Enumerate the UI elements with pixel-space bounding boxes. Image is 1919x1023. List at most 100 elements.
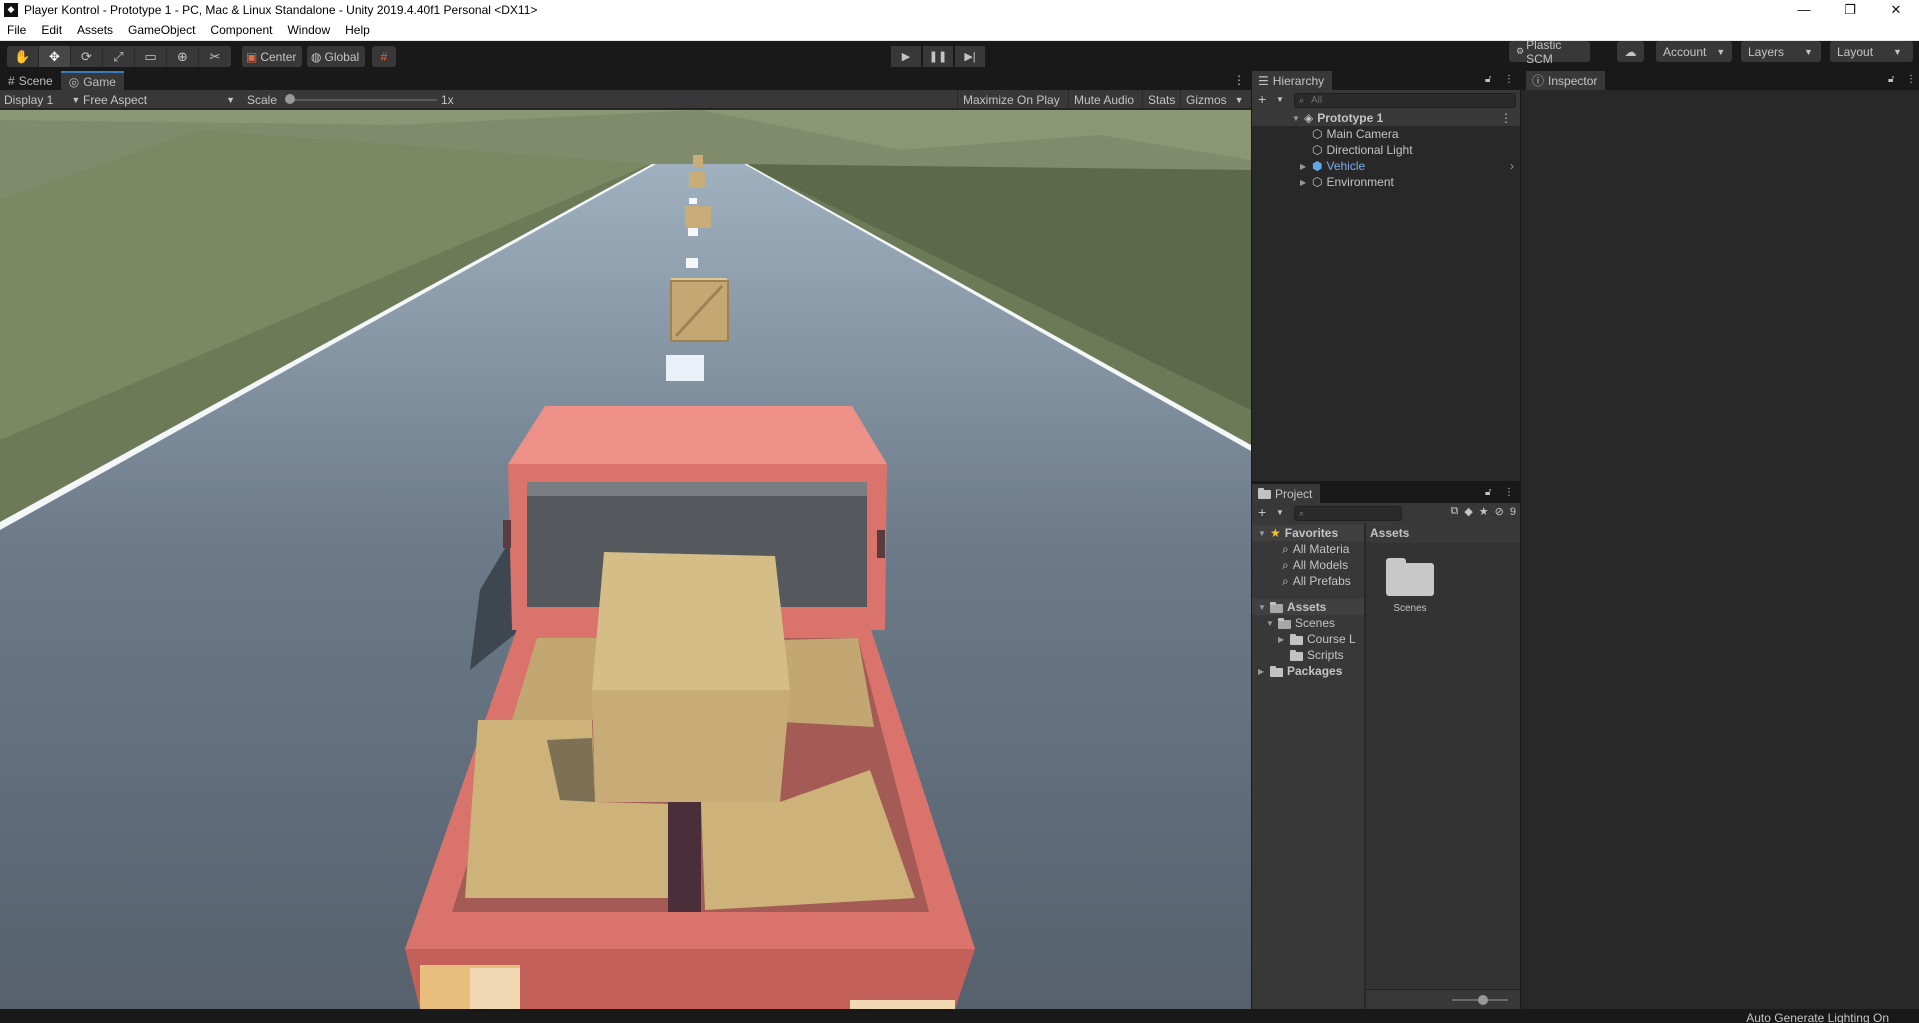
menu-assets[interactable]: Assets bbox=[70, 23, 121, 37]
favorite-star-icon[interactable]: ★ bbox=[1479, 505, 1489, 518]
search-by-label-icon[interactable]: ◆ bbox=[1464, 505, 1472, 518]
cloud-button[interactable]: ☁ bbox=[1617, 41, 1644, 62]
folder-label: Scenes bbox=[1295, 616, 1336, 630]
hand-tool-icon[interactable]: ✋ bbox=[7, 46, 39, 67]
open-prefab-icon[interactable]: › bbox=[1510, 159, 1514, 173]
inspector-menu-icon[interactable]: ⋮ bbox=[1906, 74, 1916, 85]
aspect-dropdown[interactable]: Free Aspect ▼ bbox=[83, 90, 237, 109]
menu-gameobject[interactable]: GameObject bbox=[121, 23, 203, 37]
scene-menu-icon[interactable]: ⋮ bbox=[1500, 111, 1512, 125]
hidden-packages-icon[interactable]: ⊘ bbox=[1495, 505, 1504, 518]
chevron-down-icon[interactable]: ▼ bbox=[1276, 95, 1284, 104]
favorite-item-prefabs[interactable]: ⌕ All Prefabs bbox=[1282, 573, 1351, 589]
lock-icon[interactable]: 🔓︎ bbox=[1485, 487, 1491, 498]
tab-hierarchy[interactable]: ☰ Hierarchy bbox=[1252, 71, 1333, 90]
layout-dropdown[interactable]: Layout ▼ bbox=[1830, 41, 1913, 62]
favorite-item-models[interactable]: ⌕ All Models bbox=[1282, 557, 1348, 573]
transform-tools: ✋ ✥ ⟳ ⤢ ▭ ⊕ ✂ bbox=[7, 46, 231, 67]
icon-size-slider-handle[interactable] bbox=[1478, 995, 1488, 1005]
expand-arrow-icon[interactable]: ▼ bbox=[1258, 603, 1266, 612]
pivot-mode-button[interactable]: ▣ Center bbox=[242, 46, 303, 67]
menu-edit[interactable]: Edit bbox=[34, 23, 70, 37]
hierarchy-search-input[interactable]: ⌕ All bbox=[1294, 93, 1516, 108]
folder-item-course[interactable]: ▶ Course L bbox=[1278, 631, 1356, 647]
unity-logo-icon: ◆ bbox=[4, 2, 18, 17]
close-button[interactable]: ✕ bbox=[1873, 0, 1919, 19]
expand-arrow-icon[interactable]: ▼ bbox=[1266, 619, 1274, 628]
maximize-button[interactable]: ❐ bbox=[1827, 0, 1873, 19]
assets-row[interactable]: ▼ Assets bbox=[1252, 599, 1364, 615]
favorite-item-label: All Materia bbox=[1292, 542, 1350, 556]
folder-item-scenes[interactable]: ▼ Scenes bbox=[1266, 615, 1335, 631]
maximize-on-play-button[interactable]: Maximize On Play bbox=[957, 90, 1065, 109]
display-label: Display 1 bbox=[4, 92, 54, 107]
move-tool-icon[interactable]: ✥ bbox=[39, 46, 71, 67]
gameobject-icon: ⬡ bbox=[1312, 127, 1323, 141]
hierarchy-item-main-camera[interactable]: ⬡ Main Camera bbox=[1312, 126, 1399, 142]
tab-inspector-label: Inspector bbox=[1548, 73, 1598, 88]
scale-slider-track[interactable] bbox=[289, 99, 437, 101]
plastic-scm-button[interactable]: ⚙ Plastic SCM bbox=[1509, 38, 1590, 66]
grid-snap-button[interactable]: # bbox=[372, 46, 396, 67]
packages-row[interactable]: ▶ Packages bbox=[1252, 663, 1364, 679]
game-viewport[interactable] bbox=[0, 110, 1251, 1009]
scale-slider-handle[interactable] bbox=[285, 94, 295, 104]
hierarchy-item-directional-light[interactable]: ⬡ Directional Light bbox=[1312, 142, 1413, 158]
chevron-down-icon: ▼ bbox=[71, 94, 81, 105]
scene-tab-icon: # bbox=[8, 73, 15, 88]
scenes-folder-icon[interactable] bbox=[1386, 558, 1434, 596]
game-panel-menu-icon[interactable]: ⋮ bbox=[1233, 73, 1245, 87]
stats-button[interactable]: Stats bbox=[1142, 90, 1180, 109]
play-button[interactable]: ▶ bbox=[891, 46, 921, 67]
menu-help[interactable]: Help bbox=[338, 23, 378, 37]
packages-label: Packages bbox=[1287, 664, 1343, 678]
favorite-item-materials[interactable]: ⌕ All Materia bbox=[1282, 541, 1349, 557]
menu-file[interactable]: File bbox=[0, 23, 34, 37]
lock-icon[interactable]: 🔓︎ bbox=[1485, 74, 1491, 85]
scale-tool-icon[interactable]: ⤢ bbox=[103, 46, 135, 67]
favorites-row[interactable]: ▼ ★ Favorites bbox=[1252, 525, 1364, 541]
create-plus-icon[interactable]: + bbox=[1258, 91, 1266, 107]
project-menu-icon[interactable]: ⋮ bbox=[1504, 487, 1514, 498]
expand-arrow-icon[interactable]: ▶ bbox=[1300, 162, 1308, 171]
minimize-button[interactable]: — bbox=[1781, 0, 1827, 19]
hierarchy-item-environment[interactable]: ▶ ⬡ Environment bbox=[1300, 174, 1394, 190]
layers-dropdown[interactable]: Layers ▼ bbox=[1741, 41, 1821, 62]
hierarchy-item-vehicle[interactable]: ▶ ⬢ Vehicle › bbox=[1300, 158, 1520, 174]
scene-row[interactable]: ▼ ◈ Prototype 1 ⋮ bbox=[1252, 110, 1520, 126]
transform-tool-icon[interactable]: ⊕ bbox=[167, 46, 199, 67]
step-button[interactable]: ▶| bbox=[955, 46, 985, 67]
tab-scene[interactable]: # Scene bbox=[0, 71, 61, 90]
lock-icon[interactable]: 🔓︎ bbox=[1888, 74, 1894, 85]
hierarchy-menu-icon[interactable]: ⋮ bbox=[1504, 74, 1514, 85]
hierarchy-item-label: Environment bbox=[1326, 175, 1394, 189]
pause-button[interactable]: ❚❚ bbox=[923, 46, 953, 67]
gizmos-dropdown[interactable]: Gizmos ▼ bbox=[1180, 90, 1251, 109]
expand-arrow-icon[interactable]: ▶ bbox=[1278, 635, 1286, 644]
rect-tool-icon[interactable]: ▭ bbox=[135, 46, 167, 67]
account-dropdown[interactable]: Account ▼ bbox=[1656, 41, 1732, 62]
folder-item-scripts[interactable]: Scripts bbox=[1290, 647, 1344, 663]
create-plus-icon[interactable]: + bbox=[1258, 504, 1266, 520]
expand-arrow-icon[interactable]: ▶ bbox=[1300, 178, 1308, 187]
expand-arrow-icon[interactable]: ▼ bbox=[1258, 529, 1266, 538]
tab-project[interactable]: Project bbox=[1252, 484, 1321, 503]
mute-audio-button[interactable]: Mute Audio bbox=[1068, 90, 1139, 109]
chevron-down-icon[interactable]: ▼ bbox=[1276, 508, 1284, 517]
tab-project-label: Project bbox=[1275, 486, 1313, 501]
info-icon: ⓘ bbox=[1532, 74, 1545, 88]
search-by-type-icon[interactable]: ⧉ bbox=[1450, 505, 1458, 518]
tab-inspector[interactable]: ⓘ Inspector bbox=[1526, 71, 1606, 90]
menu-component[interactable]: Component bbox=[203, 23, 280, 37]
expand-arrow-icon[interactable]: ▼ bbox=[1292, 114, 1300, 123]
expand-arrow-icon[interactable]: ▶ bbox=[1258, 667, 1266, 676]
folder-open-icon bbox=[1278, 617, 1291, 629]
display-dropdown[interactable]: Display 1 ▼ bbox=[4, 90, 80, 109]
menu-window[interactable]: Window bbox=[280, 23, 338, 37]
assets-breadcrumb[interactable]: Assets bbox=[1366, 523, 1520, 543]
project-search-input[interactable]: ⌕ bbox=[1294, 506, 1402, 521]
rotate-tool-icon[interactable]: ⟳ bbox=[71, 46, 103, 67]
custom-tool-icon[interactable]: ✂ bbox=[199, 46, 231, 67]
pivot-rotation-button[interactable]: ◍ Global bbox=[307, 46, 366, 67]
tab-game[interactable]: ◎ Game bbox=[60, 71, 124, 90]
